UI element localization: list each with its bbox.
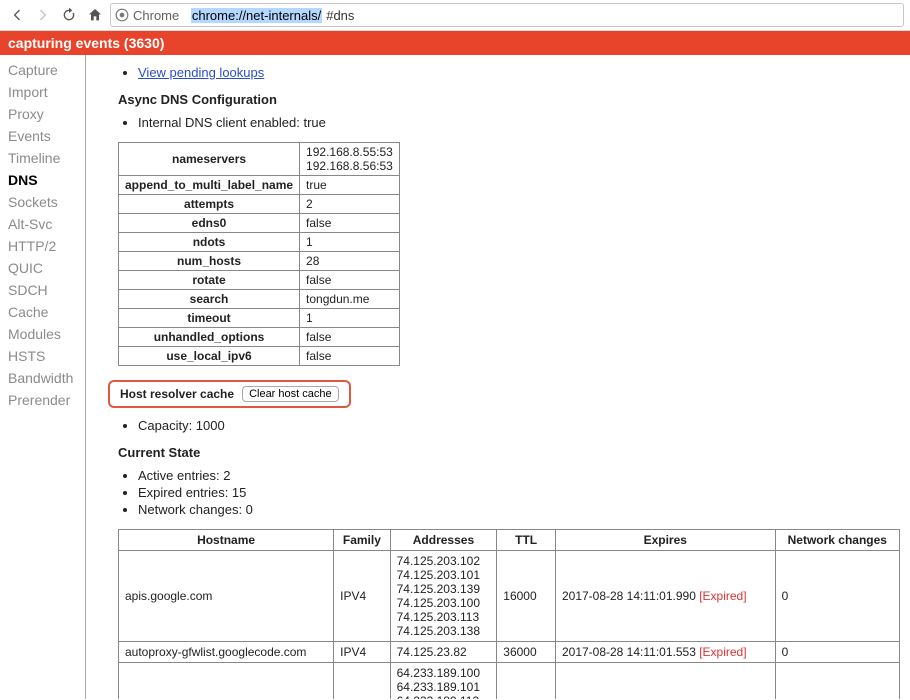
cache-hostname: clients4.google.com bbox=[119, 663, 334, 700]
current-state-list: Active entries: 2 Expired entries: 15 Netw… bbox=[118, 468, 900, 517]
config-key: rotate bbox=[119, 271, 300, 290]
sidebar-item-prerender[interactable]: Prerender bbox=[0, 389, 85, 411]
config-value: tongdun.me bbox=[300, 290, 400, 309]
async-dns-bullets: Internal DNS client enabled: true bbox=[118, 115, 900, 130]
view-pending-lookups-link[interactable]: View pending lookups bbox=[138, 65, 264, 80]
main-panel: View pending lookups Async DNS Configura… bbox=[86, 55, 910, 699]
state-item: Network changes: 0 bbox=[138, 502, 900, 517]
sidebar-item-sockets[interactable]: Sockets bbox=[0, 191, 85, 213]
cache-addresses: 64.233.189.10064.233.189.10164.233.189.1… bbox=[390, 663, 497, 700]
table-row: apis.google.comIPV474.125.203.10274.125.… bbox=[119, 551, 900, 642]
sidebar-item-timeline[interactable]: Timeline bbox=[0, 147, 85, 169]
config-value: false bbox=[300, 328, 400, 347]
config-key: attempts bbox=[119, 195, 300, 214]
config-value: false bbox=[300, 347, 400, 366]
cache-network-changes: 0 bbox=[775, 642, 899, 663]
capacity: Capacity: 1000 bbox=[138, 418, 900, 433]
sidebar-item-hsts[interactable]: HSTS bbox=[0, 345, 85, 367]
forward-button[interactable] bbox=[32, 4, 54, 26]
sidebar: CaptureImportProxyEventsTimelineDNSSocke… bbox=[0, 55, 86, 699]
cache-header: TTL bbox=[497, 530, 556, 551]
cache-ttl: 129000 bbox=[497, 663, 556, 700]
cache-expires: 2017-08-28 14:12:25.219 [Expired] bbox=[555, 663, 775, 700]
sidebar-item-events[interactable]: Events bbox=[0, 125, 85, 147]
config-key: use_local_ipv6 bbox=[119, 347, 300, 366]
cache-ttl: 36000 bbox=[497, 642, 556, 663]
config-value: 1 bbox=[300, 309, 400, 328]
cache-expires: 2017-08-28 14:11:01.553 [Expired] bbox=[555, 642, 775, 663]
table-row: autoproxy-gfwlist.googlecode.comIPV474.1… bbox=[119, 642, 900, 663]
host-resolver-cache-box: Host resolver cache Clear host cache bbox=[108, 380, 351, 408]
host-cache-table: HostnameFamilyAddressesTTLExpiresNetwork… bbox=[118, 529, 900, 699]
sidebar-item-capture[interactable]: Capture bbox=[0, 59, 85, 81]
config-value: 192.168.8.55:53192.168.8.56:53 bbox=[300, 143, 400, 176]
config-key: unhandled_options bbox=[119, 328, 300, 347]
config-key: edns0 bbox=[119, 214, 300, 233]
cache-header: Expires bbox=[555, 530, 775, 551]
state-item: Active entries: 2 bbox=[138, 468, 900, 483]
config-key: search bbox=[119, 290, 300, 309]
reload-button[interactable] bbox=[58, 4, 80, 26]
config-value: 28 bbox=[300, 252, 400, 271]
cache-hostname: autoproxy-gfwlist.googlecode.com bbox=[119, 642, 334, 663]
sidebar-item-sdch[interactable]: SDCH bbox=[0, 279, 85, 301]
home-button[interactable] bbox=[84, 4, 106, 26]
url-selected: chrome://net-internals/ bbox=[191, 8, 322, 23]
sidebar-item-proxy[interactable]: Proxy bbox=[0, 103, 85, 125]
cache-network-changes: 0 bbox=[775, 551, 899, 642]
sidebar-item-modules[interactable]: Modules bbox=[0, 323, 85, 345]
host-resolver-cache-title: Host resolver cache bbox=[120, 387, 234, 401]
cache-header: Hostname bbox=[119, 530, 334, 551]
cache-family: IPV4 bbox=[334, 551, 390, 642]
cache-addresses: 74.125.23.82 bbox=[390, 642, 497, 663]
config-key: nameservers bbox=[119, 143, 300, 176]
cache-expires: 2017-08-28 14:11:01.990 [Expired] bbox=[555, 551, 775, 642]
capture-banner: capturing events (3630) bbox=[0, 31, 910, 55]
dns-config-table: nameservers192.168.8.55:53192.168.8.56:5… bbox=[118, 142, 400, 366]
clear-host-cache-button[interactable]: Clear host cache bbox=[242, 386, 339, 402]
sidebar-item-dns[interactable]: DNS bbox=[0, 169, 85, 191]
sidebar-item-import[interactable]: Import bbox=[0, 81, 85, 103]
config-key: timeout bbox=[119, 309, 300, 328]
current-state-title: Current State bbox=[118, 445, 900, 460]
config-value: false bbox=[300, 214, 400, 233]
cache-header: Addresses bbox=[390, 530, 497, 551]
sidebar-item-alt-svc[interactable]: Alt-Svc bbox=[0, 213, 85, 235]
capacity-list: Capacity: 1000 bbox=[118, 418, 900, 433]
config-value: 2 bbox=[300, 195, 400, 214]
url-rest: #dns bbox=[326, 8, 354, 23]
config-value: false bbox=[300, 271, 400, 290]
cache-header: Family bbox=[334, 530, 390, 551]
sidebar-item-cache[interactable]: Cache bbox=[0, 301, 85, 323]
internal-dns-enabled: Internal DNS client enabled: true bbox=[138, 115, 900, 130]
config-key: ndots bbox=[119, 233, 300, 252]
chrome-icon bbox=[115, 8, 129, 22]
cache-ttl: 16000 bbox=[497, 551, 556, 642]
cache-addresses: 74.125.203.10274.125.203.10174.125.203.1… bbox=[390, 551, 497, 642]
top-links: View pending lookups bbox=[118, 65, 900, 80]
sidebar-item-http-2[interactable]: HTTP/2 bbox=[0, 235, 85, 257]
cache-family: IPV4 bbox=[334, 642, 390, 663]
config-value: true bbox=[300, 176, 400, 195]
url-label: Chrome bbox=[133, 8, 179, 23]
config-key: num_hosts bbox=[119, 252, 300, 271]
config-value: 1 bbox=[300, 233, 400, 252]
cache-header: Network changes bbox=[775, 530, 899, 551]
sidebar-item-quic[interactable]: QUIC bbox=[0, 257, 85, 279]
cache-family: IPV4 bbox=[334, 663, 390, 700]
back-button[interactable] bbox=[6, 4, 28, 26]
async-dns-config-title: Async DNS Configuration bbox=[118, 92, 900, 107]
config-key: append_to_multi_label_name bbox=[119, 176, 300, 195]
sidebar-item-bandwidth[interactable]: Bandwidth bbox=[0, 367, 85, 389]
cache-network-changes: 0 bbox=[775, 663, 899, 700]
table-row: clients4.google.comIPV464.233.189.10064.… bbox=[119, 663, 900, 700]
cache-hostname: apis.google.com bbox=[119, 551, 334, 642]
address-bar[interactable]: Chrome chrome://net-internals/ #dns bbox=[110, 3, 904, 27]
state-item: Expired entries: 15 bbox=[138, 485, 900, 500]
browser-toolbar: Chrome chrome://net-internals/ #dns bbox=[0, 0, 910, 31]
